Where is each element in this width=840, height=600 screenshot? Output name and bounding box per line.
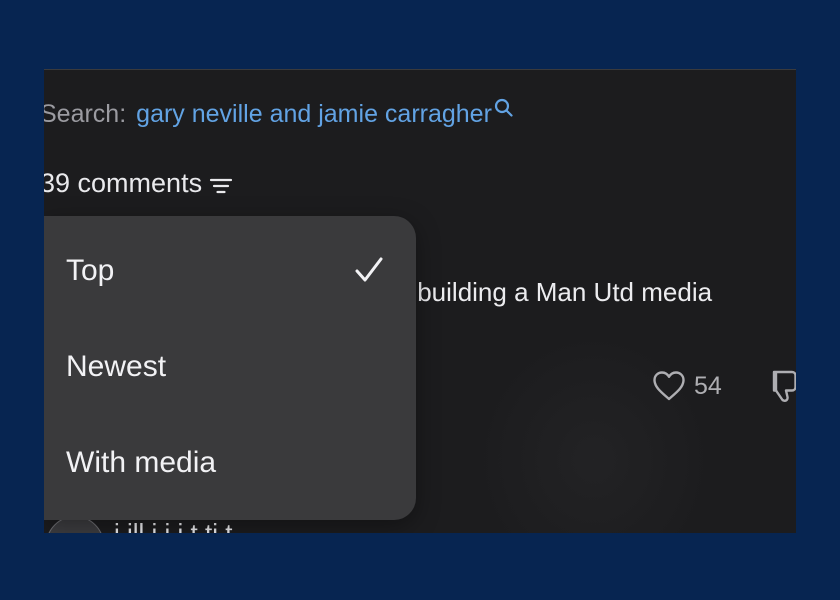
thumbs-down-icon[interactable] — [766, 368, 796, 404]
sort-option-label: Newest — [66, 350, 167, 383]
sort-option-with-media[interactable]: With media — [66, 433, 396, 493]
search-suggestion[interactable]: Search: gary neville and jamie carragher — [44, 98, 514, 129]
search-label: Search: — [44, 100, 127, 128]
sort-option-label: With media — [66, 446, 217, 479]
heart-icon[interactable] — [652, 370, 686, 402]
next-comment-text: i ill i i i t ti t — [114, 518, 233, 533]
like-button[interactable]: 54 — [652, 370, 722, 402]
comments-count: 39 comments — [44, 168, 203, 198]
like-count: 54 — [694, 371, 722, 400]
sort-option-label: Top — [66, 254, 115, 287]
checkmark-icon — [355, 257, 383, 282]
search-query-link[interactable]: gary neville and jamie carragher — [136, 100, 492, 129]
sort-option-newest[interactable]: Newest — [66, 337, 396, 397]
sort-icon[interactable] — [209, 173, 233, 195]
app-screen: Search: gary neville and jamie carragher… — [44, 69, 796, 533]
sort-option-top[interactable]: Top — [66, 241, 396, 301]
background-video-shade — [474, 330, 714, 533]
comment-text: sy building a Man Utd media — [384, 277, 713, 307]
sort-menu: Top Newest With media — [44, 216, 416, 520]
comments-header: 39 comments — [44, 168, 233, 199]
search-icon[interactable] — [494, 98, 514, 120]
